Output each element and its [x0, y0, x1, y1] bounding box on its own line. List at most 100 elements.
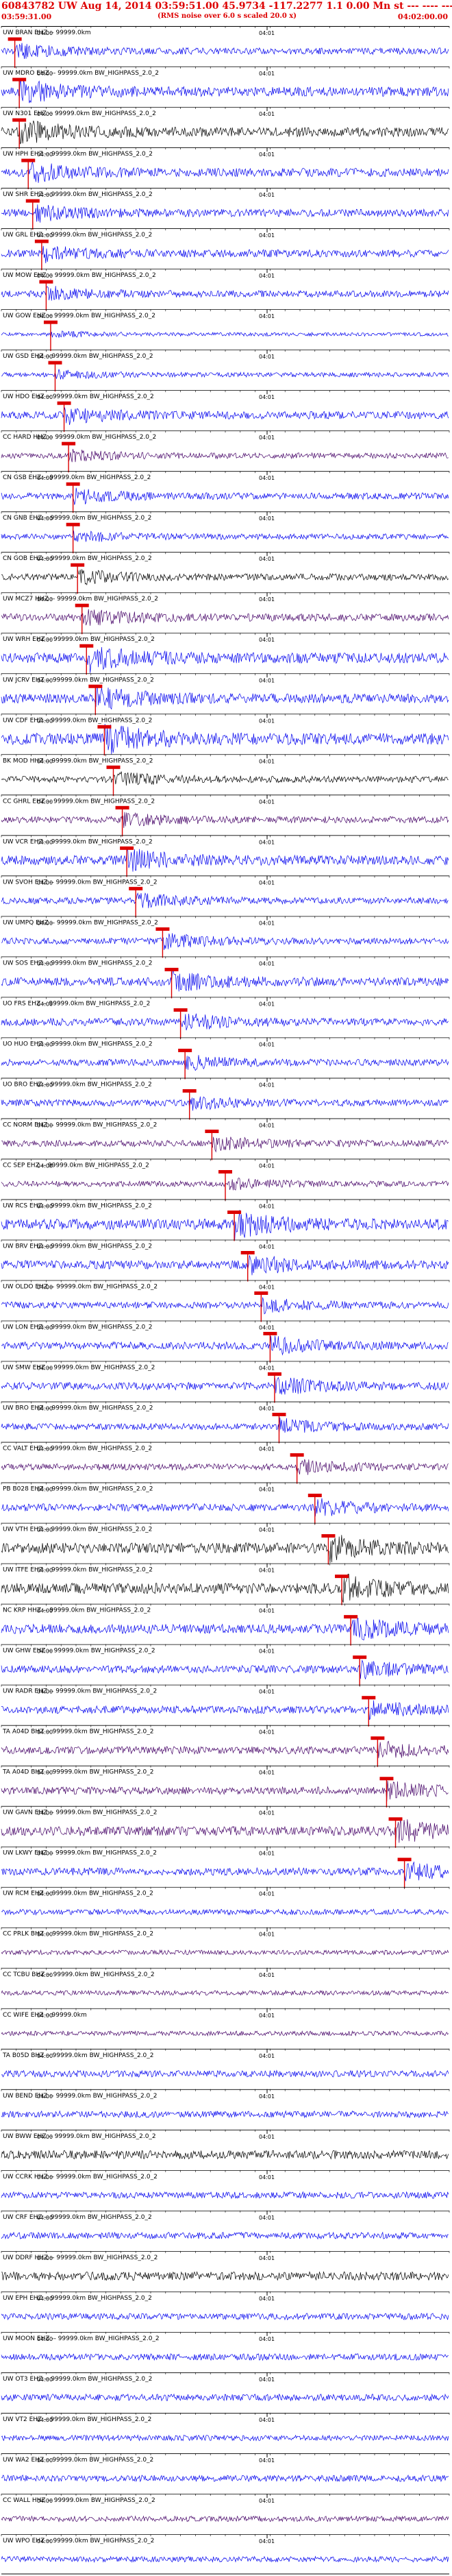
trace-43: 04:0104:00TA A04D BHZ -- 99999.0km BW_HI…	[1, 1765, 450, 1808]
time-tick-label: 04:01	[259, 1446, 275, 1453]
time-tick-label: 04:01	[259, 1729, 275, 1736]
waveform	[1, 1659, 449, 1679]
waveform	[1, 407, 449, 426]
trace-50: 04:0104:00TA B05D BHZ -- 99999.0km BW_HI…	[1, 2048, 450, 2078]
pick-flag	[71, 563, 85, 567]
trace-54: 04:0104:00UW CRF EHZ -- 99999.0km BW_HIG…	[1, 2210, 450, 2240]
waveform	[1, 2312, 449, 2321]
station-label: UW BRV EHZ -- 99999.0km BW_HIGHPASS_2.0_…	[3, 1243, 152, 1250]
station-label: TA A04D BHZ -- 99999.0km BW_HIGHPASS_2.0…	[2, 1729, 154, 1736]
pick-flag	[290, 1453, 304, 1457]
trace-16: 04:0104:00UW JCRV EHZ -- 99999.0km BW_HI…	[1, 673, 450, 716]
time-tick-label: 04:01	[259, 1487, 275, 1493]
event-title: 60843782 UW Aug 14, 2014 03:59:51.00 45.…	[1, 1, 452, 12]
station-label: UW WRH EHZ -- 99999.0km BW_HIGHPASS_2.0_…	[3, 636, 155, 643]
time-tick-label: 04:01	[259, 1810, 275, 1816]
station-label: UW JCRV EHZ -- 99999.0km BW_HIGHPASS_2.0…	[3, 677, 154, 683]
pick-flag	[397, 1858, 412, 1862]
station-label: UO FRS EHZ -- 99999.0km BW_HIGHPASS_2.0_…	[3, 1000, 150, 1007]
station-label: CC WIFE EHZ -- 99999.0km	[3, 2012, 87, 2019]
time-tick-label: 04:01	[259, 758, 275, 764]
station-label: UW GSD EHZ -- 99999.0km BW_HIGHPASS_2.0_…	[3, 353, 153, 360]
seismogram-plot: 04:0104:00UW BRAN BHZ -- 99999.0km04:010…	[1, 26, 450, 2575]
time-tick-label: 04:01	[259, 515, 275, 522]
time-tick-label: 04:01	[259, 1243, 275, 1250]
trace-48: 04:0104:00CC TCBU BHZ -- 99999.0km BW_HI…	[1, 1967, 450, 1996]
waveform	[1, 2434, 449, 2442]
pick-flag	[263, 1332, 277, 1336]
station-label: UW MOON EHZ -- 99999.0km BW_HIGHPASS_2.0…	[3, 2335, 160, 2342]
pick-flag	[115, 805, 129, 810]
trace-33: 04:0104:00UW SMW EHZ -- 99999.0km BW_HIG…	[1, 1361, 450, 1403]
trace-6: 04:0104:00UW MOW EHZ -- 99999.0km BW_HIG…	[1, 269, 450, 311]
pick-flag	[129, 886, 143, 890]
time-tick-label: 04:01	[259, 1001, 275, 1007]
station-label: UO BRO EHZ -- 99999.0km BW_HIGHPASS_2.0_…	[3, 1081, 152, 1088]
time-tick-label: 04:01	[259, 111, 275, 117]
station-label: UW BWW EHZ -- 99999.0km BW_HIGHPASS_2.0_…	[3, 2133, 156, 2140]
waveform	[1, 487, 449, 505]
waveform	[1, 161, 449, 183]
trace-38: 04:0104:00UW ITFE EHZ -- 99999.0km BW_HI…	[1, 1563, 450, 1605]
pick-flag	[39, 280, 53, 284]
waveform	[1, 2271, 449, 2281]
waveform	[1, 531, 449, 542]
time-tick-label: 04:01	[259, 677, 275, 683]
waveform	[1, 1417, 449, 1434]
station-label: UW LKWY EHZ -- 99999.0km BW_HIGHPASS_2.0…	[3, 1850, 157, 1857]
station-label: UO HUO EHZ -- 99999.0km BW_HIGHPASS_2.0_…	[3, 1041, 153, 1047]
time-tick-label: 04:01	[259, 1082, 275, 1088]
time-tick-label: 04:01	[259, 839, 275, 845]
pick-flag	[120, 846, 134, 850]
time-tick-label: 04:01	[259, 192, 275, 198]
time-tick-label: 04:01	[259, 556, 275, 562]
waveform	[1, 2474, 449, 2483]
waveform	[1, 933, 449, 950]
trace-13: 04:0104:00CN GOB EHZ -- 99999.0km BW_HIG…	[1, 552, 450, 594]
trace-25: 04:0104:00UO HUO EHZ -- 99999.0km BW_HIG…	[1, 1037, 450, 1080]
trace-4: 04:0104:00UW SHR EHZ -- 99999.0km BW_HIG…	[1, 188, 450, 230]
time-tick-label: 04:01	[259, 313, 275, 319]
trace-36: 04:0104:00PB B028 EHZ -- 99999.0km BW_HI…	[1, 1482, 450, 1524]
pick-flag	[182, 1089, 197, 1093]
station-label: UW SVOH EHZ -- 99999.0km BW_HIGHPASS_2.0…	[3, 879, 158, 886]
pick-flag	[335, 1575, 349, 1579]
station-label: CC SEP EHZ -- 99999.0km BW_HIGHPASS_2.0_…	[3, 1162, 149, 1169]
time-tick-label: 04:01	[259, 1689, 275, 1695]
trace-20: 04:0104:00UW VCR EHZ -- 99999.0km BW_HIG…	[1, 835, 450, 877]
time-tick-label: 04:01	[259, 273, 275, 279]
time-tick-label: 04:01	[259, 1365, 275, 1372]
trace-44: 04:0104:00UW GAVN EHZ -- 99999.0km BW_HI…	[1, 1806, 450, 1848]
station-label: CC WALL HHZ -- 99999.0km BW_HIGHPASS_2.0…	[3, 2497, 155, 2504]
waveform	[1, 812, 449, 828]
pick-flag	[8, 37, 22, 41]
pick-flag	[97, 725, 112, 729]
time-tick-label: 04:01	[259, 637, 275, 643]
time-tick-label: 04:01	[259, 232, 275, 239]
trace-45: 04:0104:00UW LKWY EHZ -- 99999.0km BW_HI…	[1, 1846, 450, 1888]
time-tick-label: 04:01	[259, 2377, 275, 2383]
pick-flag	[307, 1494, 322, 1498]
waveform	[1, 2069, 449, 2078]
pick-flag	[66, 482, 80, 486]
waveform	[1, 1573, 449, 1603]
pick-flag	[218, 1169, 232, 1174]
trace-8: 04:0104:00UW GSD EHZ -- 99999.0km BW_HIG…	[1, 350, 450, 392]
waveform	[1, 1055, 449, 1071]
trace-47: 04:0104:00CC PRLK BHZ -- 99999.0km BW_HI…	[1, 1927, 450, 1956]
waveform	[1, 685, 449, 710]
station-label: UW WPO EHZ -- 99999.0km BW_HIGHPASS_2.0_…	[3, 2538, 154, 2544]
station-label: UW EPH EHZ -- 99999.0km BW_HIGHPASS_2.0_…	[3, 2295, 152, 2302]
station-label: UW CRF EHZ -- 99999.0km BW_HIGHPASS_2.0_…	[3, 2214, 152, 2221]
station-label: CC HARD HHZ -- 99999.0km BW_HIGHPASS_2.0…	[3, 434, 156, 441]
pick-flag	[178, 1048, 192, 1052]
time-tick-label: 04:01	[259, 879, 275, 886]
waveform	[1, 892, 449, 908]
time-tick-label: 04:01	[259, 2053, 275, 2059]
waveform	[1, 2150, 449, 2160]
time-tick-label: 04:01	[259, 2174, 275, 2180]
time-tick-label: 04:01	[259, 1163, 275, 1169]
pick-flag	[57, 401, 71, 405]
station-label: CN GNB EHZ -- 99999.0km BW_HIGHPASS_2.0_…	[3, 515, 151, 522]
trace-9: 04:0104:00UW HDO EHZ -- 99999.0km BW_HIG…	[1, 390, 450, 433]
